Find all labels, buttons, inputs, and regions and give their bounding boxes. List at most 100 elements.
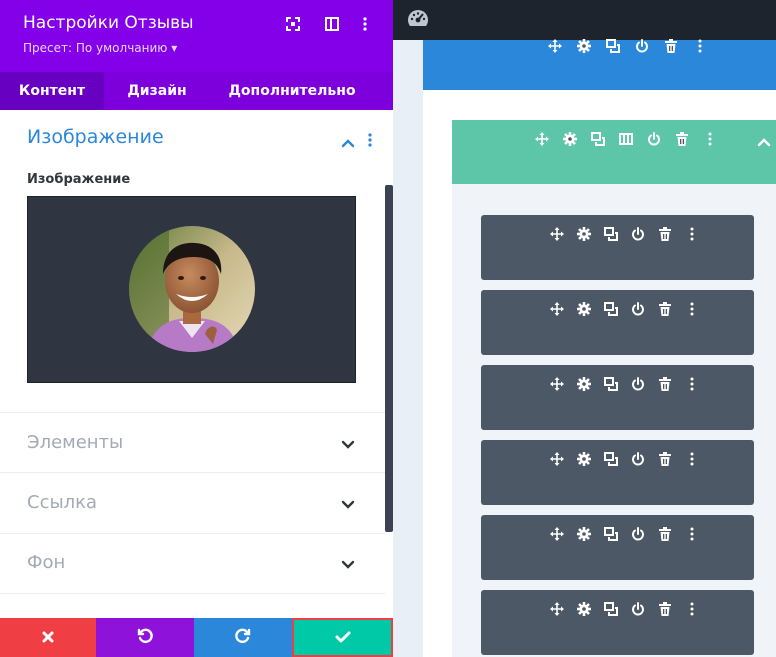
gear-icon[interactable] — [570, 449, 597, 469]
move-icon[interactable] — [543, 449, 570, 469]
panel-title: Настройки Отзывы — [23, 13, 194, 33]
power-icon[interactable] — [640, 129, 668, 149]
move-icon[interactable] — [540, 36, 569, 56]
module-toolbar — [543, 599, 705, 619]
gear-icon[interactable] — [570, 299, 597, 319]
section-title-image[interactable]: Изображение — [27, 126, 164, 148]
module-toolbar — [543, 299, 705, 319]
duplicate-icon[interactable] — [597, 374, 624, 394]
move-icon[interactable] — [543, 374, 570, 394]
duplicate-icon[interactable] — [597, 524, 624, 544]
module-toolbar — [543, 524, 705, 544]
settings-panel: Настройки Отзывы Пресет: По умолчанию ▾ … — [0, 0, 393, 657]
split-view-icon[interactable] — [323, 15, 341, 33]
duplicate-icon[interactable] — [598, 36, 627, 56]
trash-icon[interactable] — [651, 299, 678, 319]
gear-icon[interactable] — [556, 129, 584, 149]
more-icon[interactable] — [678, 599, 705, 619]
redo-button[interactable] — [194, 618, 292, 657]
move-icon[interactable] — [528, 129, 556, 149]
more-icon[interactable] — [685, 36, 714, 56]
redo-icon — [235, 628, 251, 648]
panel-scrollbar[interactable] — [385, 185, 393, 532]
more-icon[interactable] — [678, 449, 705, 469]
chevron-down-icon[interactable] — [340, 436, 356, 452]
tab-design[interactable]: Дизайн — [104, 72, 210, 110]
tab-advanced[interactable]: Дополнительно — [210, 72, 374, 110]
duplicate-icon[interactable] — [597, 299, 624, 319]
chevron-up-icon[interactable] — [341, 133, 355, 148]
gear-icon[interactable] — [570, 599, 597, 619]
chevron-down-icon[interactable] — [340, 496, 356, 512]
power-icon[interactable] — [624, 224, 651, 244]
module-block[interactable] — [481, 365, 754, 430]
preset-selector[interactable]: Пресет: По умолчанию ▾ — [23, 41, 177, 55]
module-block[interactable] — [481, 515, 754, 580]
power-icon[interactable] — [624, 524, 651, 544]
duplicate-icon[interactable] — [597, 224, 624, 244]
gear-icon[interactable] — [570, 224, 597, 244]
section-more-icon[interactable] — [367, 132, 373, 148]
undo-button[interactable] — [96, 618, 194, 657]
module-toolbar — [543, 374, 705, 394]
chevron-down-icon[interactable] — [340, 556, 356, 572]
more-icon[interactable] — [696, 129, 724, 149]
fullscreen-icon[interactable] — [284, 15, 302, 33]
section-title-background[interactable]: Фон — [27, 552, 65, 573]
trash-icon[interactable] — [651, 599, 678, 619]
gear-icon[interactable] — [570, 524, 597, 544]
module-toolbar — [543, 449, 705, 469]
speedometer-icon[interactable] — [406, 8, 430, 34]
canvas-left-rail — [393, 40, 423, 657]
gear-icon[interactable] — [569, 36, 598, 56]
module-block[interactable] — [481, 590, 754, 655]
panel-tabs: Контент Дизайн Дополнительно — [0, 72, 393, 110]
power-icon[interactable] — [627, 36, 656, 56]
trash-icon[interactable] — [651, 224, 678, 244]
gear-icon[interactable] — [570, 374, 597, 394]
power-icon[interactable] — [624, 374, 651, 394]
panel-header: Настройки Отзывы Пресет: По умолчанию ▾ — [0, 0, 393, 72]
duplicate-icon[interactable] — [584, 129, 612, 149]
section-divider — [0, 593, 385, 594]
more-icon[interactable] — [678, 224, 705, 244]
power-icon[interactable] — [624, 449, 651, 469]
trash-icon[interactable] — [651, 524, 678, 544]
section-title-link[interactable]: Ссылка — [27, 492, 97, 513]
tab-content[interactable]: Контент — [0, 72, 104, 110]
row-collapse-icon[interactable] — [757, 132, 771, 151]
trash-icon[interactable] — [656, 36, 685, 56]
duplicate-icon[interactable] — [597, 449, 624, 469]
trash-icon[interactable] — [651, 374, 678, 394]
move-icon[interactable] — [543, 224, 570, 244]
module-block[interactable] — [481, 290, 754, 355]
duplicate-icon[interactable] — [597, 599, 624, 619]
builder-top-bar — [393, 0, 776, 40]
image-upload-field[interactable] — [27, 196, 356, 383]
cancel-button[interactable] — [0, 618, 96, 657]
checkmark-icon — [335, 628, 351, 647]
section-title-elements[interactable]: Элементы — [27, 432, 123, 453]
more-options-icon[interactable] — [356, 15, 374, 33]
section-divider — [0, 412, 385, 413]
power-icon[interactable] — [624, 299, 651, 319]
more-icon[interactable] — [678, 299, 705, 319]
move-icon[interactable] — [543, 524, 570, 544]
module-block[interactable] — [481, 215, 754, 280]
close-icon — [42, 628, 54, 647]
testimonial-portrait-image — [129, 226, 255, 352]
power-icon[interactable] — [624, 599, 651, 619]
undo-icon — [137, 628, 153, 648]
builder-canvas — [393, 39, 776, 657]
module-block[interactable] — [481, 440, 754, 505]
move-icon[interactable] — [543, 599, 570, 619]
more-icon[interactable] — [678, 374, 705, 394]
move-icon[interactable] — [543, 299, 570, 319]
save-button[interactable] — [292, 618, 393, 657]
section-divider — [0, 533, 385, 534]
columns-icon[interactable] — [612, 129, 640, 149]
image-field-label: Изображение — [27, 172, 131, 187]
more-icon[interactable] — [678, 524, 705, 544]
trash-icon[interactable] — [651, 449, 678, 469]
trash-icon[interactable] — [668, 129, 696, 149]
